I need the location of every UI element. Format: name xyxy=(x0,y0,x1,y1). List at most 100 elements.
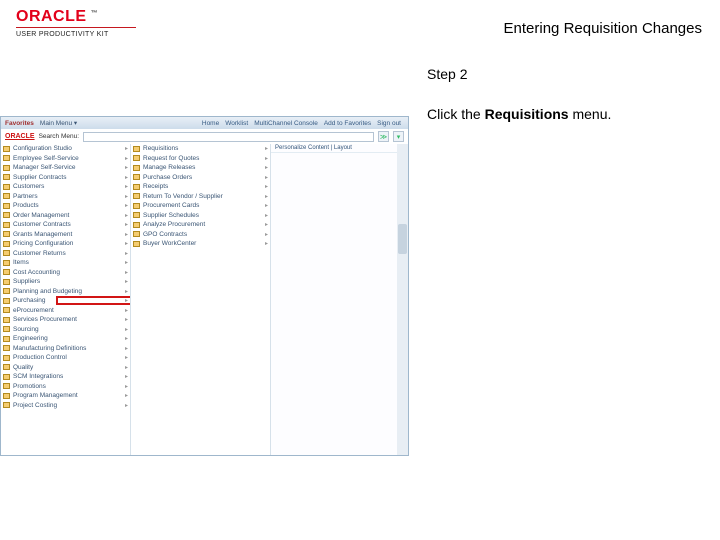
favorites-menu[interactable]: Favorites xyxy=(5,120,34,127)
breadcrumb[interactable]: Personalize Content | Layout xyxy=(271,144,408,153)
toplink[interactable]: Sign out xyxy=(377,120,401,127)
menu-item[interactable]: Manager Self-Service▸ xyxy=(1,163,130,173)
chevron-right-icon: ▸ xyxy=(265,164,268,171)
submenu-item[interactable]: Request for Quotes▸ xyxy=(131,154,270,164)
menu-item[interactable]: Services Procurement▸ xyxy=(1,315,130,325)
search-options-button[interactable]: ▾ xyxy=(393,131,404,142)
menu-item[interactable]: Production Control▸ xyxy=(1,353,130,363)
trademark: ™ xyxy=(91,10,99,17)
menu-item[interactable]: Sourcing ▸ xyxy=(1,325,130,335)
app-window: Favorites Main Menu ▾ Home Worklist Mult… xyxy=(0,116,409,456)
chevron-right-icon: ▸ xyxy=(125,335,128,342)
menu-item-label: Configuration Studio xyxy=(13,145,72,152)
scrollbar-thumb[interactable] xyxy=(398,224,407,254)
menu-item[interactable]: Employee Self-Service▸ xyxy=(1,154,130,164)
menu-item[interactable]: Order Management▸ xyxy=(1,211,130,221)
folder-icon xyxy=(133,155,140,161)
chevron-right-icon: ▸ xyxy=(125,164,128,171)
toplink[interactable]: Worklist xyxy=(225,120,248,127)
menu-item-label: Items xyxy=(13,259,29,266)
submenu-item-requisitions[interactable]: Requisitions▸ xyxy=(131,144,270,154)
menu-item-label: Sourcing xyxy=(13,326,39,333)
menu-item[interactable]: eProcurement▸ xyxy=(1,306,130,316)
menu-item[interactable]: Grants Management▸ xyxy=(1,230,130,240)
menu-item[interactable]: Purchasing▸ xyxy=(1,296,130,306)
folder-icon xyxy=(3,231,10,237)
menu-item[interactable]: Customers▸ xyxy=(1,182,130,192)
menu-item[interactable]: Customer Contracts ▸ xyxy=(1,220,130,230)
folder-icon xyxy=(3,269,10,275)
submenu-item-label: Request for Quotes xyxy=(143,155,199,162)
menu-item[interactable]: Customer Returns▸ xyxy=(1,249,130,259)
menu-item[interactable]: Program Management▸ xyxy=(1,391,130,401)
columns: Configuration Studio▸Employee Self-Servi… xyxy=(1,144,408,455)
toplink[interactable]: Add to Favorites xyxy=(324,120,371,127)
folder-icon xyxy=(3,393,10,399)
brand-name: ORACLE xyxy=(16,8,87,26)
chevron-right-icon: ▸ xyxy=(125,155,128,162)
chevron-right-icon: ▸ xyxy=(125,326,128,333)
menu-item-label: Pricing Configuration xyxy=(13,240,73,247)
menu-item[interactable]: Project Costing▸ xyxy=(1,401,130,411)
menu-item[interactable]: Suppliers▸ xyxy=(1,277,130,287)
menu-item-label: Manufacturing Definitions xyxy=(13,345,86,352)
chevron-right-icon: ▸ xyxy=(125,288,128,295)
folder-icon xyxy=(3,345,10,351)
menu-item-label: SCM Integrations xyxy=(13,373,63,380)
submenu-item-label: GPO Contracts xyxy=(143,231,187,238)
submenu-item[interactable]: GPO Contracts▸ xyxy=(131,230,270,240)
menu-item-label: Quality xyxy=(13,364,33,371)
search-input[interactable] xyxy=(83,132,374,142)
menu-item[interactable]: Quality ▸ xyxy=(1,363,130,373)
instr-pre: Click the xyxy=(427,106,485,122)
folder-icon xyxy=(3,203,10,209)
menu-item-label: Customer Contracts xyxy=(13,221,71,228)
menu-item-label: eProcurement xyxy=(13,307,54,314)
submenu-item[interactable]: Manage Releases▸ xyxy=(131,163,270,173)
chevron-right-icon: ▸ xyxy=(125,221,128,228)
submenu-item[interactable]: Receipts▸ xyxy=(131,182,270,192)
submenu-item-label: Purchase Orders xyxy=(143,174,192,181)
menu-item[interactable]: Items▸ xyxy=(1,258,130,268)
submenu-item[interactable]: Buyer WorkCenter▸ xyxy=(131,239,270,249)
chevron-right-icon: ▸ xyxy=(125,345,128,352)
chevron-right-icon: ▸ xyxy=(265,183,268,190)
menu-item[interactable]: Engineering ▸ xyxy=(1,334,130,344)
chevron-right-icon: ▸ xyxy=(125,373,128,380)
folder-icon xyxy=(3,250,10,256)
menu-item[interactable]: Cost Accounting▸ xyxy=(1,268,130,278)
toplink[interactable]: MultiChannel Console xyxy=(254,120,318,127)
menu-item[interactable]: Manufacturing Definitions ▸ xyxy=(1,344,130,354)
menu-item-label: Engineering xyxy=(13,335,48,342)
folder-icon xyxy=(133,193,140,199)
toplink[interactable]: Home xyxy=(202,120,219,127)
menu-item-label: Promotions xyxy=(13,383,46,390)
submenu-item[interactable]: Analyze Procurement▸ xyxy=(131,220,270,230)
menu-item[interactable]: Configuration Studio▸ xyxy=(1,144,130,154)
folder-icon xyxy=(133,212,140,218)
submenu-item[interactable]: Return To Vendor / Supplier▸ xyxy=(131,192,270,202)
search-go-button[interactable]: ≫ xyxy=(378,131,389,142)
menu-item[interactable]: Promotions ▸ xyxy=(1,382,130,392)
menu-item[interactable]: Partners▸ xyxy=(1,192,130,202)
mainmenu-menu[interactable]: Main Menu ▾ xyxy=(40,119,77,127)
menu-item-label: Customers xyxy=(13,183,44,190)
submenu-item[interactable]: Procurement Cards▸ xyxy=(131,201,270,211)
menu-item[interactable]: Supplier Contracts▸ xyxy=(1,173,130,183)
chevron-right-icon: ▸ xyxy=(125,297,128,304)
step-label: Step 2 xyxy=(427,66,706,82)
folder-icon xyxy=(3,155,10,161)
vertical-scrollbar[interactable] xyxy=(397,144,408,455)
menu-item-label: Planning and Budgeting xyxy=(13,288,82,295)
chevron-right-icon: ▸ xyxy=(125,364,128,371)
menu-item[interactable]: Products▸ xyxy=(1,201,130,211)
chevron-right-icon: ▸ xyxy=(125,316,128,323)
folder-icon xyxy=(3,279,10,285)
submenu-item[interactable]: Supplier Schedules▸ xyxy=(131,211,270,221)
menu-item[interactable]: Planning and Budgeting ▸ xyxy=(1,287,130,297)
menu-item[interactable]: SCM Integrations ▸ xyxy=(1,372,130,382)
menu-item[interactable]: Pricing Configuration▸ xyxy=(1,239,130,249)
instr-post: menu. xyxy=(569,106,612,122)
chevron-right-icon: ▸ xyxy=(125,383,128,390)
submenu-item[interactable]: Purchase Orders▸ xyxy=(131,173,270,183)
